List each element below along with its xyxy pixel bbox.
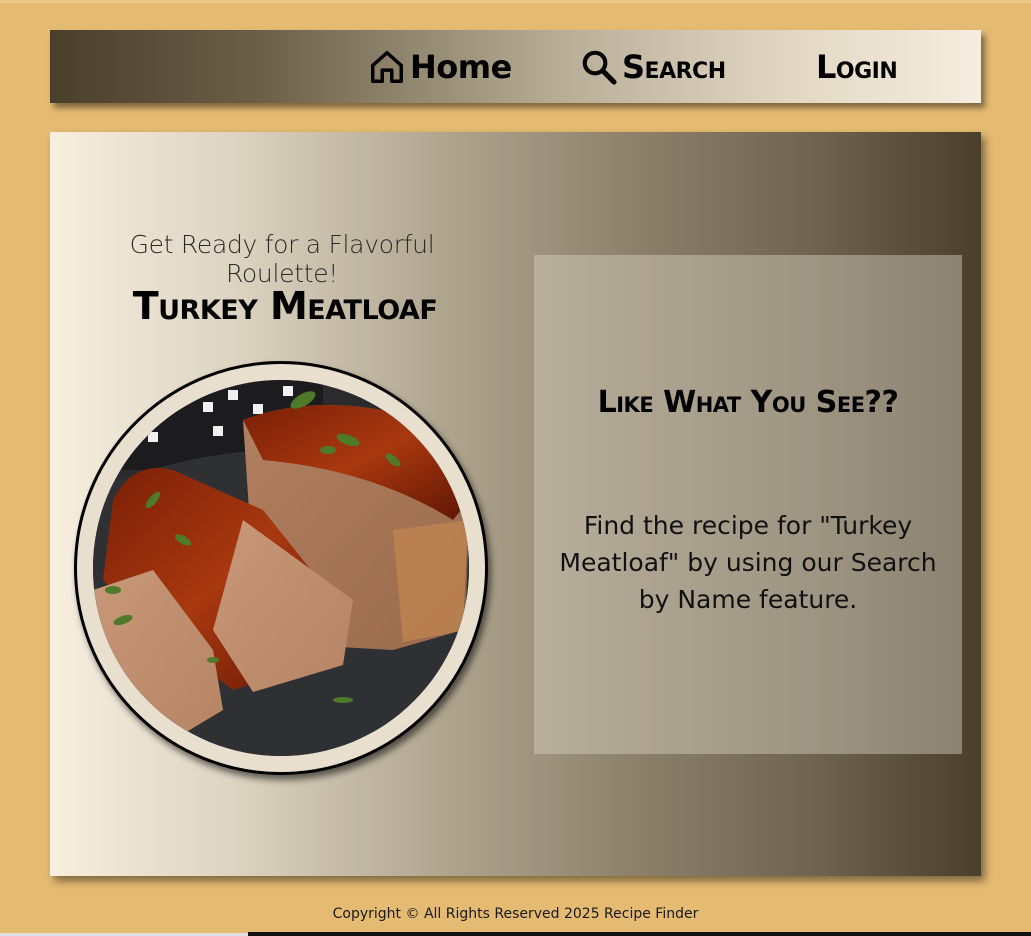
nav-search-label: Search xyxy=(622,47,726,86)
nav-home-link[interactable]: Home xyxy=(368,30,512,103)
nav-login-label: Login xyxy=(816,47,898,86)
nav-home-label: Home xyxy=(410,47,512,86)
bottom-bar xyxy=(248,932,1031,936)
recipe-image-frame xyxy=(74,361,488,775)
roulette-subtitle: Get Ready for a Flavorful Roulette! xyxy=(129,230,435,288)
home-icon xyxy=(368,48,406,86)
cta-heading: Like What You See?? xyxy=(597,385,899,420)
nav-search-link[interactable]: Search xyxy=(580,30,726,103)
recipe-image xyxy=(93,380,469,756)
recipe-title: Turkey Meatloaf xyxy=(132,284,438,328)
main-card: Get Ready for a Flavorful Roulette! Turk… xyxy=(50,132,981,876)
search-icon xyxy=(580,48,618,86)
cta-panel: Like What You See?? Find the recipe for … xyxy=(534,255,962,754)
cta-text: Find the recipe for "Turkey Meatloaf" by… xyxy=(559,511,937,614)
top-strip xyxy=(0,0,1031,3)
footer-copyright: Copyright © All Rights Reserved 2025 Rec… xyxy=(332,906,699,922)
nav-login-link[interactable]: Login xyxy=(816,30,898,103)
navbar: Home Search Login xyxy=(50,30,981,103)
